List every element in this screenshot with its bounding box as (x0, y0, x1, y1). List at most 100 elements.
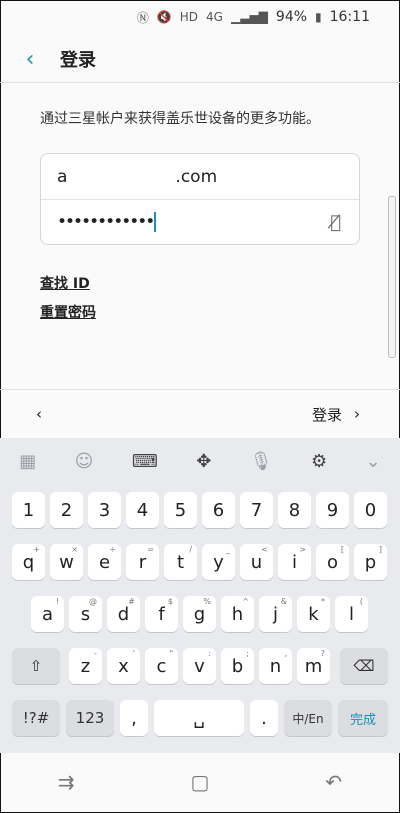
password-field[interactable]: •••••••••••• 👁̸ (41, 199, 359, 244)
settings-gear-icon[interactable]: ⚙ (311, 451, 327, 472)
key-a[interactable]: ! a (31, 596, 64, 632)
key-label: l (348, 603, 354, 625)
key-v[interactable]: :v (183, 648, 216, 684)
eye-off-icon[interactable]: 👁̸ (330, 212, 341, 233)
key-f[interactable]: $ f (145, 596, 178, 632)
emoji-icon[interactable]: ☺ (75, 451, 94, 472)
key-hint: ? (320, 649, 325, 658)
key-1[interactable]: 1 (12, 492, 45, 528)
collapse-chevron-icon[interactable]: ⌄ (366, 451, 381, 472)
email-redacted (67, 166, 176, 187)
key-d[interactable]: # d (107, 596, 140, 632)
key-r[interactable]: = r (126, 544, 159, 580)
key-2[interactable]: 2 (50, 492, 83, 528)
description-text: 通过三星帐户来获得盖乐世设备的更多功能。 (40, 111, 320, 127)
comma-key[interactable]: , (120, 700, 148, 736)
space-key[interactable]: ␣ (154, 700, 244, 736)
key-6[interactable]: 6 (202, 492, 235, 528)
key-n[interactable]: ,n (259, 648, 292, 684)
key-label: y (213, 551, 224, 573)
key-label: o (326, 551, 338, 573)
status-bar: Ⓝ 🔇 HD 4G ▁▃▅▇ 94% ▮ 16:11 (0, 0, 400, 34)
key-3[interactable]: 3 (88, 492, 121, 528)
letter-row-1: + q × w ÷ e = r / t _ y < u > i [o ] p (0, 544, 400, 580)
bottom-key-row: !?# 123 , ␣ . 中/En 完成 (0, 700, 400, 736)
key-label: k (308, 603, 319, 625)
key-x[interactable]: ' x (107, 648, 140, 684)
key-k[interactable]: * k (297, 596, 330, 632)
key-0[interactable]: 0 (354, 492, 387, 528)
mute-icon: 🔇 (156, 10, 172, 24)
home-icon[interactable]: ▢ (191, 770, 210, 794)
key-hint: * (321, 597, 325, 606)
key-w[interactable]: × w (50, 544, 83, 580)
key-z[interactable]: -z (69, 648, 102, 684)
move-cursor-icon[interactable]: ✥ (196, 451, 211, 472)
key-hint: % (203, 597, 211, 606)
language-switch-key[interactable]: 中/En (284, 700, 332, 736)
signal-icon: ▁▃▅▇ (230, 10, 268, 24)
keyboard: ▦ ☺ ⌨ ✥ 🎙 ⚙ ⌄ 1 2 3 4 5 6 7 8 9 0 + q × w … (0, 438, 400, 753)
key-i[interactable]: > i (278, 544, 311, 580)
reset-password-link[interactable]: 重置密码 (40, 302, 96, 322)
next-chevron-icon: › (354, 405, 360, 423)
key-q[interactable]: + q (12, 544, 45, 580)
done-key[interactable]: 完成 (338, 700, 388, 736)
shift-key[interactable]: ⇧ (12, 648, 60, 684)
find-id-link[interactable]: 查找 ID (40, 273, 90, 293)
key-5[interactable]: 5 (164, 492, 197, 528)
scrollbar[interactable] (388, 196, 396, 358)
key-hint: ( (359, 597, 363, 606)
key-8[interactable]: 8 (278, 492, 311, 528)
key-7[interactable]: 7 (240, 492, 273, 528)
layout-icon[interactable]: ▦ (19, 451, 36, 472)
key-y[interactable]: _ y (202, 544, 235, 580)
key-label: j (272, 603, 278, 625)
key-4[interactable]: 4 (126, 492, 159, 528)
key-label: h (231, 603, 244, 625)
key-9[interactable]: 9 (316, 492, 349, 528)
key-hint: ÷ (109, 545, 116, 554)
clock: 16:11 (329, 9, 370, 25)
key-g[interactable]: % g (183, 596, 216, 632)
key-hint: ; (246, 649, 249, 658)
key-hint: [ (340, 545, 344, 554)
login-button[interactable]: 登录 › (312, 404, 360, 425)
period-key[interactable]: . (250, 700, 278, 736)
keyboard-icon[interactable]: ⌨ (132, 451, 158, 472)
symbols-key[interactable]: !?# (12, 700, 60, 736)
key-hint: × (71, 545, 78, 554)
key-label: q (22, 551, 35, 573)
email-prefix: a (57, 166, 68, 187)
network-type: 4G (206, 10, 223, 24)
key-b[interactable]: ; b (221, 648, 254, 684)
key-o[interactable]: [o (316, 544, 349, 580)
key-label: c (156, 655, 167, 677)
key-hint: / (189, 545, 192, 554)
numbers-key[interactable]: 123 (66, 700, 114, 736)
back-nav-icon[interactable]: ↶ (325, 770, 342, 794)
key-h[interactable]: ^ h (221, 596, 254, 632)
microphone-icon[interactable]: 🎙 (250, 451, 273, 472)
key-e[interactable]: ÷ e (88, 544, 121, 580)
password-mask: •••••••••••• (57, 212, 155, 232)
back-icon[interactable]: ‹ (0, 47, 60, 72)
email-field[interactable]: a .com (41, 154, 359, 199)
key-j[interactable]: & j (259, 596, 292, 632)
key-t[interactable]: / t (164, 544, 197, 580)
key-l[interactable]: (l (335, 596, 368, 632)
system-nav-bar: ⇉ ▢ ↶ (0, 753, 400, 811)
key-m[interactable]: ? m (297, 648, 330, 684)
key-u[interactable]: < u (240, 544, 273, 580)
key-label: x (118, 655, 129, 677)
key-label: p (364, 551, 377, 573)
key-p[interactable]: ] p (354, 544, 387, 580)
key-s[interactable]: @ s (69, 596, 102, 632)
previous-chevron-icon[interactable]: ‹ (36, 405, 42, 423)
key-c[interactable]: " c (145, 648, 178, 684)
backspace-key[interactable]: ⌫ (340, 648, 388, 684)
letter-row-2: ! a @ s # d $ f % g ^ h & j * k (l (0, 596, 400, 632)
recents-icon[interactable]: ⇉ (58, 770, 75, 794)
battery-icon: ▮ (315, 10, 322, 24)
key-hint: ] (378, 545, 382, 554)
